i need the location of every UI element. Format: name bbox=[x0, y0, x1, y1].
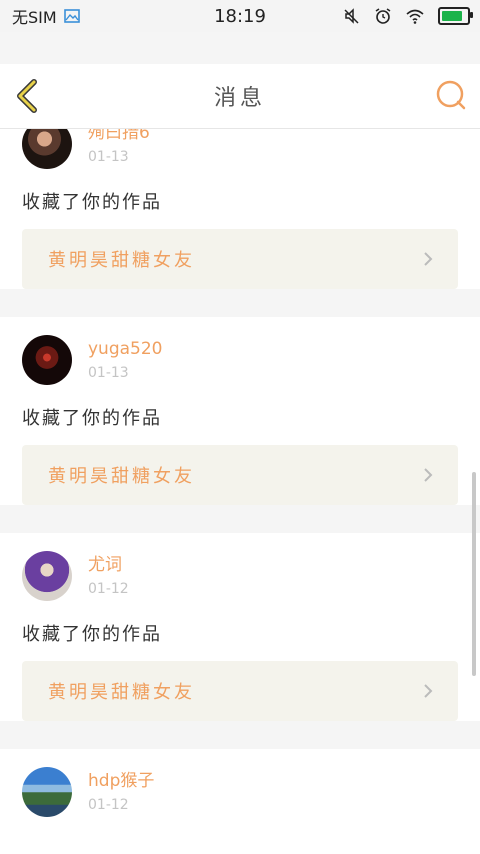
message-card: hdp猴子 01-12 bbox=[0, 749, 480, 854]
search-icon[interactable] bbox=[434, 78, 468, 112]
chevron-right-icon bbox=[424, 468, 433, 482]
user-info: 尤词 01-12 bbox=[88, 555, 129, 597]
work-link[interactable]: 黄明昊甜糖女友 bbox=[22, 445, 458, 505]
work-link[interactable]: 黄明昊甜糖女友 bbox=[22, 229, 458, 289]
user-row: yuga520 01-13 bbox=[22, 325, 458, 395]
message-card: 尤词 01-12 收藏了你的作品 黄明昊甜糖女友 bbox=[0, 533, 480, 721]
action-text: 收藏了你的作品 bbox=[22, 408, 162, 429]
work-title: 黄明昊甜糖女友 bbox=[48, 682, 195, 703]
user-info: 殉曰措6 01-13 bbox=[88, 129, 150, 165]
card-divider bbox=[0, 519, 480, 533]
card-divider bbox=[0, 735, 480, 749]
work-title: 黄明昊甜糖女友 bbox=[48, 466, 195, 487]
username-link[interactable]: hdp猴子 bbox=[88, 771, 154, 791]
user-row: hdp猴子 01-12 bbox=[22, 757, 458, 827]
battery-icon bbox=[438, 7, 473, 25]
back-arrow-icon[interactable] bbox=[10, 76, 50, 116]
avatar[interactable] bbox=[22, 551, 72, 601]
page-title: 消息 bbox=[213, 86, 266, 111]
work-link[interactable]: 黄明昊甜糖女友 bbox=[22, 661, 458, 721]
top-spacer bbox=[0, 32, 480, 64]
user-info: hdp猴子 01-12 bbox=[88, 771, 154, 813]
user-row: 尤词 01-12 bbox=[22, 541, 458, 611]
message-date: 01-13 bbox=[88, 365, 129, 381]
nav-bar: 消息 bbox=[0, 64, 480, 129]
message-date: 01-13 bbox=[88, 149, 129, 165]
scrollbar[interactable] bbox=[472, 472, 476, 676]
message-date: 01-12 bbox=[88, 797, 129, 813]
username-link[interactable]: 尤词 bbox=[88, 555, 129, 575]
message-date: 01-12 bbox=[88, 581, 129, 597]
user-row: 殉曰措6 01-13 bbox=[22, 129, 458, 179]
avatar[interactable] bbox=[22, 767, 72, 817]
action-text: 收藏了你的作品 bbox=[22, 192, 162, 213]
username-link[interactable]: 殉曰措6 bbox=[88, 129, 150, 143]
avatar[interactable] bbox=[22, 129, 72, 169]
message-card: 殉曰措6 01-13 收藏了你的作品 黄明昊甜糖女友 bbox=[0, 129, 480, 289]
status-bar: 无SIM 18:19 bbox=[0, 0, 480, 32]
message-card: yuga520 01-13 收藏了你的作品 黄明昊甜糖女友 bbox=[0, 317, 480, 505]
action-text: 收藏了你的作品 bbox=[22, 624, 162, 645]
avatar[interactable] bbox=[22, 335, 72, 385]
message-list: 殉曰措6 01-13 收藏了你的作品 黄明昊甜糖女友 yuga520 01-13… bbox=[0, 129, 480, 854]
card-divider bbox=[0, 303, 480, 317]
status-time: 18:19 bbox=[214, 5, 266, 27]
work-title: 黄明昊甜糖女友 bbox=[48, 250, 195, 271]
username-link[interactable]: yuga520 bbox=[88, 339, 163, 359]
chevron-right-icon bbox=[424, 684, 433, 698]
chevron-right-icon bbox=[424, 252, 433, 266]
user-info: yuga520 01-13 bbox=[88, 339, 163, 381]
